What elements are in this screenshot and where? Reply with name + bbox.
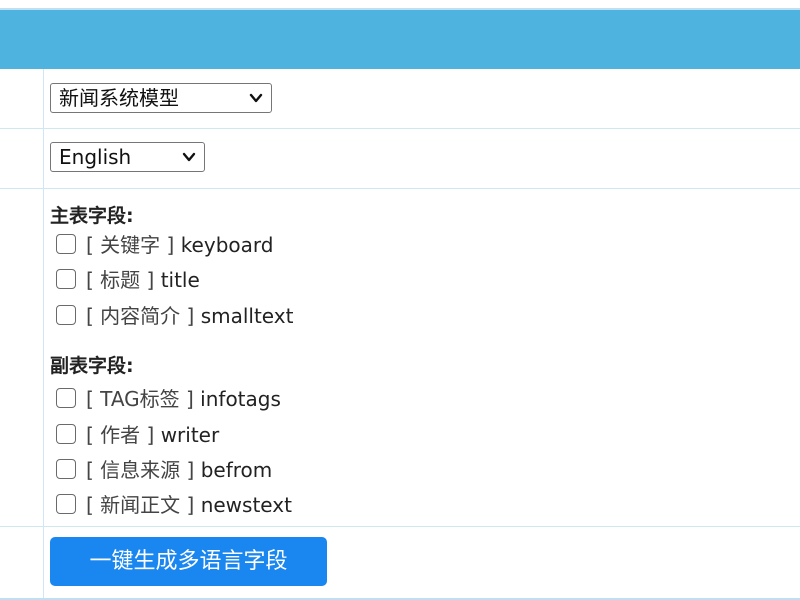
field-item-smalltext[interactable]: [ 内容简介 ] smalltext [56, 301, 293, 331]
field-label-en: newstext [200, 493, 292, 517]
field-label-en: smalltext [200, 304, 294, 328]
field-checkbox[interactable] [56, 424, 76, 444]
field-checkbox[interactable] [56, 494, 76, 514]
field-label-cn: [ 新闻正文 ] [86, 493, 195, 517]
field-item-title[interactable]: [ 标题 ] title [56, 265, 200, 295]
field-label-cn: [ 信息来源 ] [86, 458, 195, 482]
model-select[interactable]: 新闻系统模型 [50, 83, 272, 113]
row-action: 一键生成多语言字段 [0, 527, 800, 600]
field-item-infotags[interactable]: [ TAG标签 ] infotags [56, 384, 281, 414]
generate-multilang-fields-button[interactable]: 一键生成多语言字段 [50, 537, 327, 586]
field-label-en: befrom [200, 458, 273, 482]
field-item-writer[interactable]: [ 作者 ] writer [56, 420, 219, 450]
row-model: 新闻系统模型 [0, 69, 800, 129]
row-label-cell [0, 189, 44, 526]
field-label-cn: [ 作者 ] [86, 423, 155, 447]
row-label-cell [0, 69, 44, 128]
row-language: English [0, 129, 800, 189]
model-select-value: 新闻系统模型 [59, 86, 179, 110]
settings-panel: 新闻系统模型 English 主表字段: [ 关键字 ] keyboard [… [0, 0, 800, 600]
field-label-cn: [ 内容简介 ] [86, 304, 195, 328]
header-bar [0, 10, 800, 69]
field-checkbox[interactable] [56, 459, 76, 479]
row-fields: 主表字段: [ 关键字 ] keyboard [ 标题 ] title [ 内容… [0, 189, 800, 527]
chevron-down-icon [249, 93, 263, 103]
field-item-newstext[interactable]: [ 新闻正文 ] newstext [56, 490, 292, 520]
field-checkbox[interactable] [56, 234, 76, 254]
language-select[interactable]: English [50, 142, 205, 172]
field-label-en: keyboard [180, 233, 274, 257]
sub-fields-title: 副表字段: [50, 355, 134, 377]
field-label-en: title [160, 268, 200, 292]
field-label-cn: [ 标题 ] [86, 268, 155, 292]
field-item-keyboard[interactable]: [ 关键字 ] keyboard [56, 230, 273, 260]
form-table: 新闻系统模型 English 主表字段: [ 关键字 ] keyboard [… [0, 69, 800, 600]
field-label-cn: [ TAG标签 ] [86, 387, 194, 411]
field-checkbox[interactable] [56, 269, 76, 289]
field-checkbox[interactable] [56, 388, 76, 408]
field-label-en: writer [160, 423, 220, 447]
field-label-en: infotags [200, 387, 281, 411]
chevron-down-icon [182, 152, 196, 162]
field-label-cn: [ 关键字 ] [86, 233, 175, 257]
main-fields-title: 主表字段: [50, 205, 134, 227]
row-label-cell [0, 129, 44, 188]
field-checkbox[interactable] [56, 305, 76, 325]
language-select-value: English [59, 145, 132, 169]
field-item-befrom[interactable]: [ 信息来源 ] befrom [56, 455, 272, 485]
row-label-cell [0, 527, 44, 598]
